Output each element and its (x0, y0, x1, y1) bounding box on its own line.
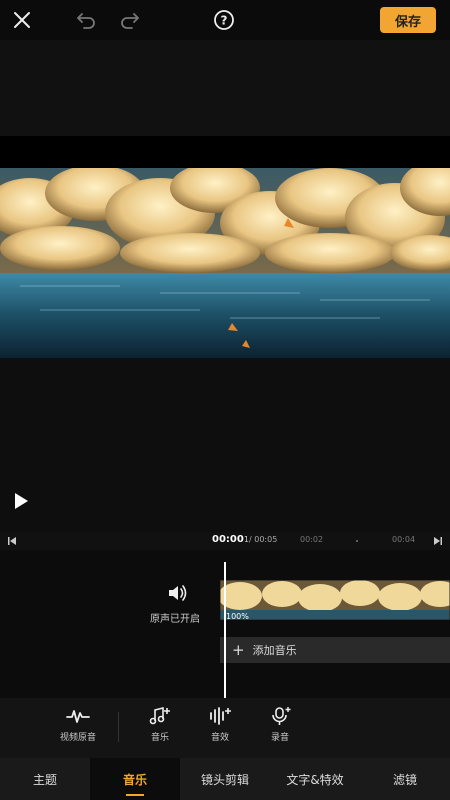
tab-label: 滤镜 (392, 772, 417, 787)
tab-label: 镜头剪辑 (200, 772, 249, 787)
skip-to-end-icon[interactable] (430, 533, 446, 549)
cloud-sea-image (0, 168, 450, 358)
close-icon[interactable] (10, 8, 34, 32)
skip-to-start-icon[interactable] (4, 533, 20, 549)
tool-video-original-audio[interactable]: 视频原音 (48, 706, 108, 743)
video-frame (0, 168, 450, 358)
tab-theme[interactable]: 主题 (0, 758, 90, 800)
playhead[interactable] (224, 562, 226, 698)
tool-label: 录音 (270, 733, 289, 743)
tab-clip-editing[interactable]: 镜头剪辑 (180, 758, 270, 800)
tab-label: 文字&特效 (286, 772, 344, 787)
letterbox-top (0, 136, 450, 168)
bottom-tab-bar: 主题 音乐 镜头剪辑 文字&特效 滤镜 (0, 758, 450, 800)
tool-label: 音效 (210, 733, 229, 743)
help-icon[interactable]: ? (212, 8, 236, 32)
speaker-icon[interactable] (166, 582, 188, 604)
redo-icon[interactable] (118, 8, 142, 32)
tool-label: 音乐 (150, 733, 169, 743)
tab-label: 主题 (32, 772, 57, 787)
svg-text:?: ? (221, 14, 228, 28)
play-icon[interactable] (10, 490, 32, 512)
tick-label: 00:04 (392, 535, 416, 544)
toolbar-divider (118, 712, 119, 742)
tick-dot (356, 540, 358, 542)
active-tab-indicator (126, 794, 144, 796)
tab-filters[interactable]: 滤镜 (360, 758, 450, 800)
waveform-icon (66, 710, 90, 723)
tool-sound-effect[interactable]: 音效 (190, 706, 250, 743)
tool-label: 视频原音 (59, 733, 96, 743)
undo-icon[interactable] (74, 8, 98, 32)
timeline-ruler[interactable]: 00:001 / 00:05 00:02 00:04 (0, 532, 450, 550)
current-time: 00:001 (212, 534, 249, 545)
sound-effect-icon (210, 707, 231, 725)
total-time: / 00:05 (249, 535, 278, 544)
save-button[interactable]: 保存 (380, 7, 436, 33)
tab-music[interactable]: 音乐 (90, 758, 180, 800)
tool-record[interactable]: 录音 (250, 706, 310, 743)
preview-top-area (0, 40, 450, 136)
tick-label: 00:02 (300, 535, 324, 544)
plus-icon: + (232, 641, 245, 659)
letterbox-bottom (0, 358, 450, 532)
original-audio-label: 原声已开启 (150, 614, 200, 625)
tab-text-effects[interactable]: 文字&特效 (270, 758, 360, 800)
clip-thumbnails (220, 580, 450, 620)
clip-volume-percent: 100% (226, 612, 249, 621)
microphone-icon (272, 707, 291, 725)
video-clip-track[interactable] (220, 580, 450, 620)
audio-toolbar: 视频原音 音乐 音效 录音 (0, 698, 450, 758)
video-preview[interactable] (0, 40, 450, 532)
add-music-label: 添加音乐 (252, 644, 297, 657)
music-add-icon (149, 706, 170, 725)
tool-music[interactable]: 音乐 (130, 706, 190, 743)
add-music-button[interactable]: + 添加音乐 (220, 637, 450, 663)
tab-label: 音乐 (122, 772, 147, 787)
top-bar: ? 保存 (0, 0, 450, 40)
